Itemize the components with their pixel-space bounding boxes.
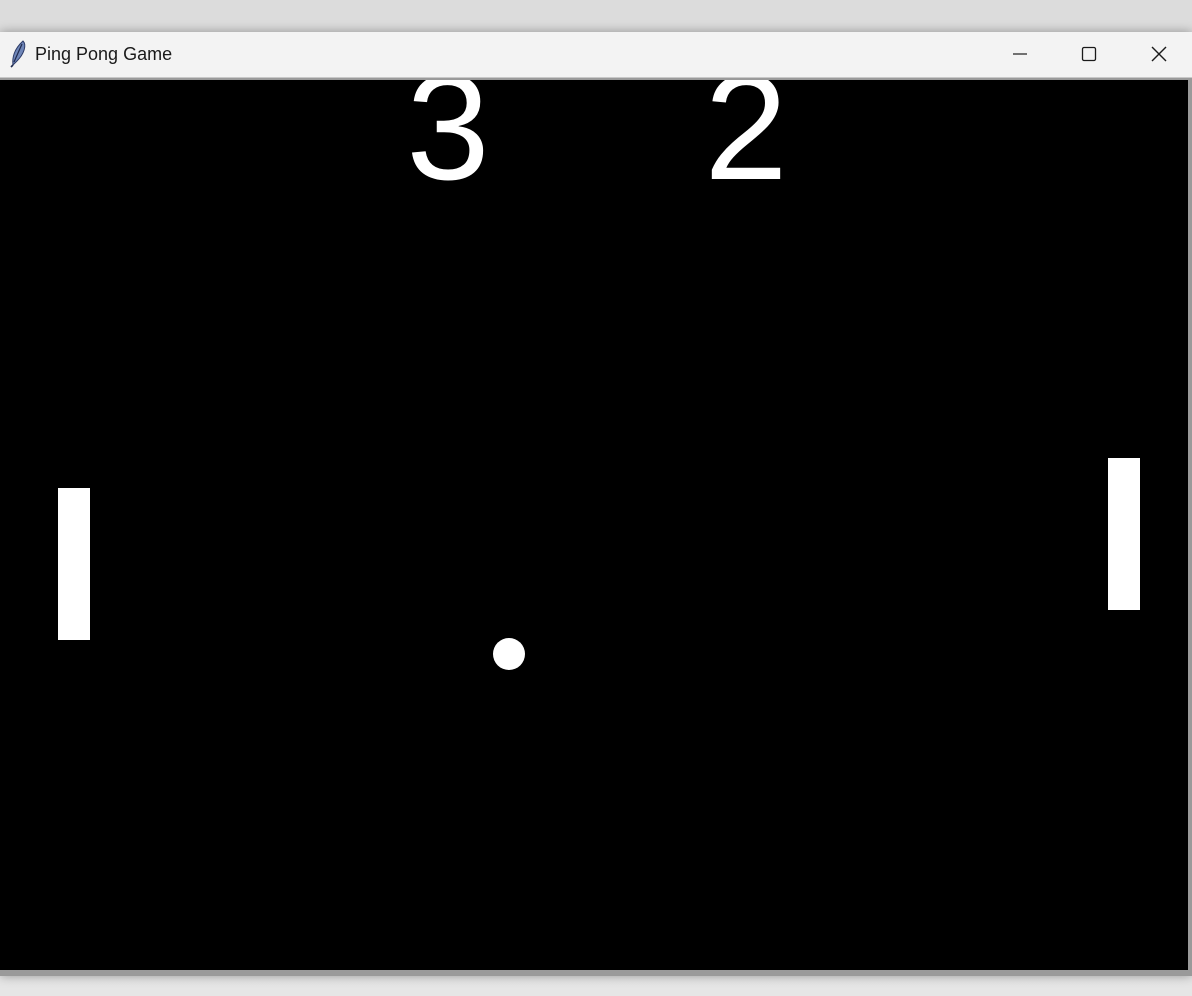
game-canvas[interactable]: 3 2: [0, 80, 1188, 970]
close-button[interactable]: [1124, 32, 1192, 76]
app-window: Ping Pong Game 3 2: [0, 32, 1192, 976]
close-icon: [1150, 45, 1168, 63]
maximize-button[interactable]: [1054, 32, 1124, 76]
ball: [493, 638, 525, 670]
left-player-score: 3: [406, 80, 490, 211]
left-paddle: [58, 488, 90, 640]
title-bar[interactable]: Ping Pong Game: [0, 32, 1192, 78]
right-player-score: 2: [704, 80, 788, 211]
minimize-icon: [1012, 46, 1028, 62]
minimize-button[interactable]: [985, 32, 1055, 76]
feather-icon: [8, 40, 28, 68]
maximize-icon: [1081, 46, 1097, 62]
right-paddle: [1108, 458, 1140, 610]
window-title: Ping Pong Game: [35, 44, 173, 64]
